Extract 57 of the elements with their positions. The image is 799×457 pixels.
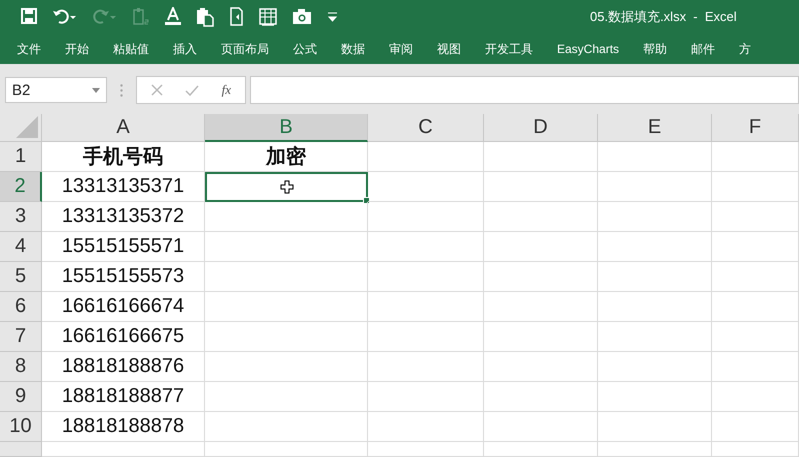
column-header[interactable]: E xyxy=(598,114,712,142)
camera-icon[interactable] xyxy=(292,7,312,27)
row-header[interactable]: 4 xyxy=(0,232,42,262)
row-header[interactable]: 7 xyxy=(0,322,42,352)
table-cell: 手机号码 xyxy=(42,142,205,172)
formula-input[interactable] xyxy=(250,76,799,104)
table-cell: 15515155573 xyxy=(42,262,205,292)
save-icon[interactable] xyxy=(20,7,38,27)
ribbon-tab[interactable]: 方 xyxy=(727,40,764,58)
ribbon-tab[interactable]: 开始 xyxy=(53,40,101,58)
window-title: 05.数据填充.xlsx - Excel xyxy=(590,8,737,26)
column-header[interactable]: F xyxy=(712,114,799,142)
ribbon-tab[interactable]: 公式 xyxy=(281,40,329,58)
selected-cell[interactable] xyxy=(205,172,368,202)
ribbon-tab[interactable]: EasyCharts xyxy=(545,42,632,56)
ribbon-tab[interactable]: 审阅 xyxy=(377,40,425,58)
table-cell: 15515155571 xyxy=(42,232,205,262)
row-header[interactable]: 9 xyxy=(0,382,42,412)
row-header[interactable]: 5 xyxy=(0,262,42,292)
ribbon-tab[interactable]: 粘贴值 xyxy=(101,40,161,58)
column-header[interactable]: B xyxy=(205,114,368,142)
table-icon[interactable] xyxy=(258,7,278,27)
table-cell: 16616166675 xyxy=(42,322,205,352)
column-header[interactable]: C xyxy=(368,114,484,142)
table-cell: 18818188876 xyxy=(42,352,205,382)
name-box[interactable]: B2 xyxy=(5,77,107,103)
column-header[interactable]: D xyxy=(484,114,598,142)
row-header[interactable]: 10 xyxy=(0,412,42,442)
cross-cursor-icon xyxy=(280,180,294,194)
paste-icon[interactable] xyxy=(196,7,214,27)
caret-icon xyxy=(92,88,100,92)
column-header[interactable]: A xyxy=(42,114,205,142)
table-cell: 18818188878 xyxy=(42,412,205,442)
font-color-icon[interactable] xyxy=(164,7,182,27)
table-cell: 18818188877 xyxy=(42,382,205,412)
insert-function-button[interactable]: fx xyxy=(222,82,231,98)
row-header[interactable]: 1 xyxy=(0,142,42,172)
row-header[interactable]: 2 xyxy=(0,172,42,202)
table-cell: 13313135371 xyxy=(42,172,205,202)
fill-handle[interactable] xyxy=(363,197,370,204)
row-header[interactable]: 6 xyxy=(0,292,42,322)
ribbon-tab[interactable]: 开发工具 xyxy=(473,40,545,58)
document-icon[interactable] xyxy=(228,7,244,27)
ribbon-tab[interactable]: 页面布局 xyxy=(209,40,281,58)
grip-icon xyxy=(120,84,123,96)
check-icon[interactable] xyxy=(185,84,200,96)
table-cell: 加密 xyxy=(205,142,368,172)
row-header[interactable]: 8 xyxy=(0,352,42,382)
table-cell: 13313135372 xyxy=(42,202,205,232)
ribbon-tab[interactable]: 数据 xyxy=(329,40,377,58)
ribbon-tab[interactable]: 视图 xyxy=(425,40,473,58)
table-cell: 16616166674 xyxy=(42,292,205,322)
ribbon-tab[interactable]: 帮助 xyxy=(631,40,680,58)
row-header[interactable]: 3 xyxy=(0,202,42,232)
ribbon-tab[interactable]: 文件 xyxy=(5,40,53,58)
ribbon-tab[interactable]: 邮件 xyxy=(679,40,728,58)
ribbon-tab[interactable]: 插入 xyxy=(161,40,209,58)
